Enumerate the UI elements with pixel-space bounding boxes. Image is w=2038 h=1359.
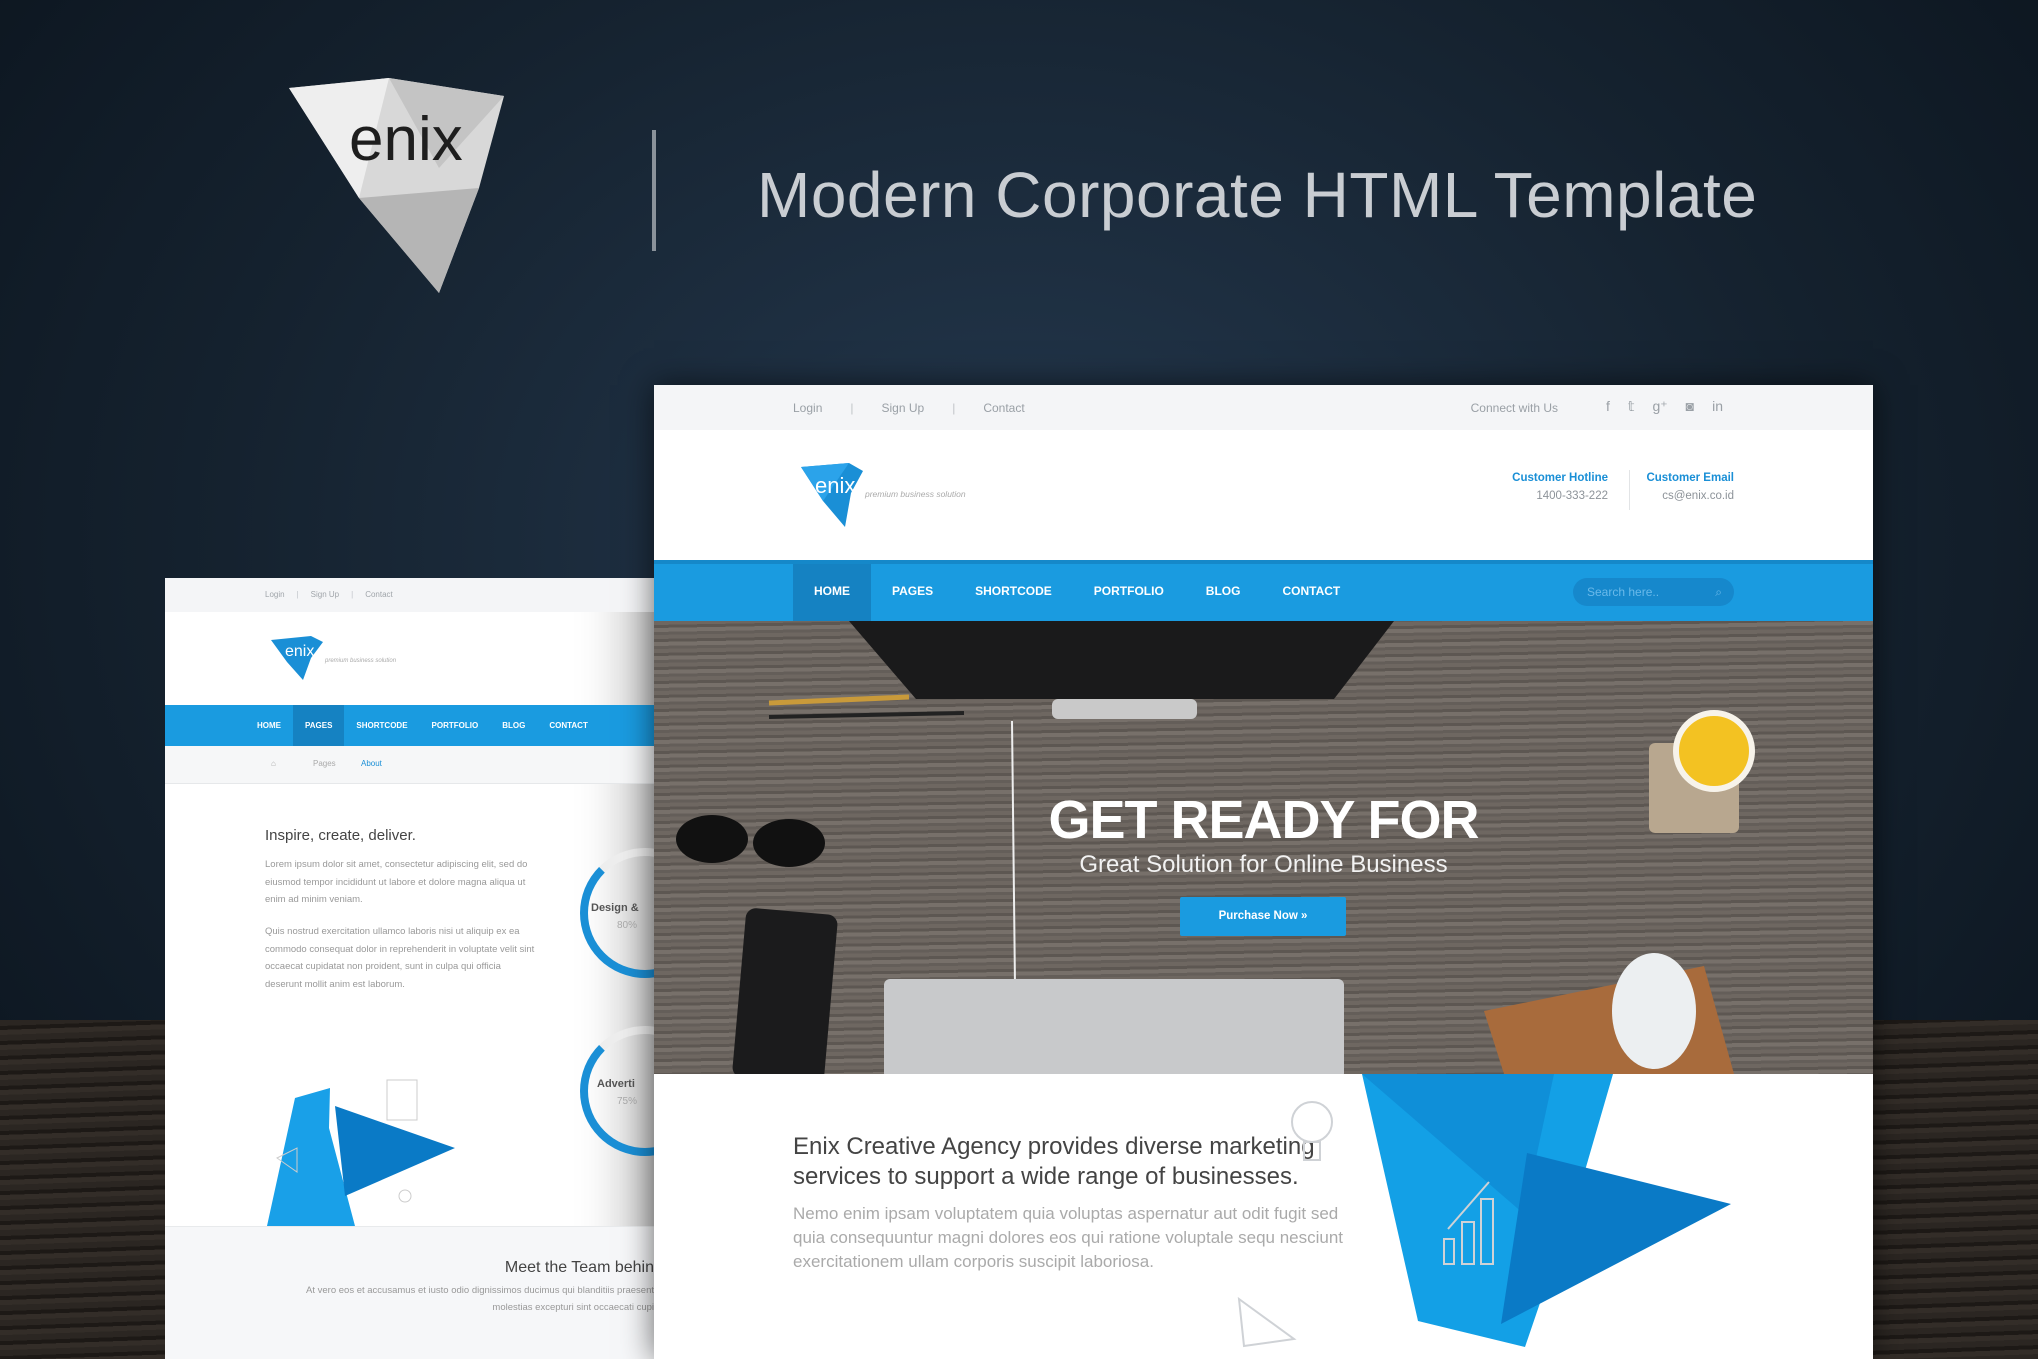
- hero-subtitle: Great Solution for Online Business: [1079, 851, 1448, 878]
- team-text: molestias excepturi sint occaecati cupi: [492, 1302, 654, 1313]
- hero: GET READY FOR Great Solution for Online …: [654, 621, 1873, 1074]
- search-icon[interactable]: ⌕: [1715, 578, 1722, 606]
- hotline-number[interactable]: 1400-333-222: [1536, 490, 1608, 502]
- nav-portfolio[interactable]: PORTFOLIO: [420, 705, 491, 746]
- skill-label: Adverti: [597, 1078, 635, 1090]
- signup-link[interactable]: Sign Up: [311, 590, 339, 599]
- lightbulb-icon: [1291, 1101, 1333, 1161]
- google-plus-icon[interactable]: g⁺: [1652, 398, 1667, 415]
- skill-label: Design &: [591, 902, 639, 914]
- nav-contact[interactable]: CONTACT: [537, 705, 600, 746]
- skill-value: 80%: [617, 920, 638, 931]
- svg-text:enix: enix: [349, 105, 463, 174]
- nav-home[interactable]: HOME: [245, 705, 293, 746]
- linkedin-icon[interactable]: in: [1712, 398, 1723, 415]
- side-nav: HOME PAGES SHORTCODE PORTFOLIO BLOG CONT…: [165, 705, 654, 746]
- svg-text:premium business solution: premium business solution: [864, 489, 966, 499]
- nav-blog[interactable]: BLOG: [490, 705, 537, 746]
- breadcrumb-pages[interactable]: Pages: [313, 759, 336, 768]
- login-link[interactable]: Login: [265, 590, 285, 599]
- nav-shortcode[interactable]: SHORTCODE: [954, 564, 1073, 621]
- team-text: At vero eos et accusamus et iusto odio d…: [306, 1285, 654, 1296]
- paragraph: Lorem ipsum dolor sit amet, consectetur …: [265, 859, 528, 905]
- pin-icon: [398, 1189, 412, 1203]
- search-placeholder: Search here..: [1587, 585, 1660, 599]
- contact-link[interactable]: Contact: [365, 590, 393, 599]
- header: enix premium business solution Customer …: [654, 430, 1873, 560]
- about-page-preview: Login | Sign Up | Contact enix premium bus…: [165, 578, 654, 1359]
- email: Customer Email cs@enix.co.id: [1646, 472, 1734, 502]
- breadcrumb: ⌂ Pages About: [165, 746, 654, 784]
- facebook-icon[interactable]: f: [1606, 398, 1610, 415]
- instagram-icon[interactable]: ◙: [1686, 398, 1694, 415]
- side-topbar: Login | Sign Up | Contact: [165, 578, 654, 612]
- home-page-preview: Login | Sign Up | Contact Connect with Us …: [654, 385, 1873, 1359]
- nav-pages[interactable]: PAGES: [871, 564, 954, 621]
- nav-blog[interactable]: BLOG: [1185, 564, 1262, 621]
- ruler-triangle-icon: [1237, 1296, 1297, 1348]
- email-label: Customer Email: [1646, 472, 1734, 484]
- login-link[interactable]: Login: [793, 401, 836, 415]
- nav-pages[interactable]: PAGES: [293, 705, 345, 746]
- enix-logo: enix: [289, 78, 504, 293]
- skill-value: 75%: [617, 1096, 638, 1107]
- topbar: Login | Sign Up | Contact Connect with Us …: [654, 385, 1873, 430]
- hotline-label: Customer Hotline: [1512, 472, 1608, 484]
- search-input[interactable]: Search here.. ⌕: [1573, 578, 1734, 606]
- triangle-graphic: [267, 1079, 455, 1226]
- twitter-icon[interactable]: 𝕥: [1628, 398, 1635, 415]
- svg-text:enix: enix: [285, 643, 314, 660]
- main-nav: HOME PAGES SHORTCODE PORTFOLIO BLOG CONT…: [654, 560, 1873, 621]
- site-logo[interactable]: enix premium business solution: [801, 463, 1021, 533]
- about-section: Enix Creative Agency provides diverse ma…: [654, 1074, 1873, 1359]
- side-tagline: premium business solution: [324, 658, 397, 664]
- email-address[interactable]: cs@enix.co.id: [1662, 490, 1734, 502]
- ruler-icon: [386, 1079, 418, 1121]
- divider: [652, 130, 656, 251]
- skill-ring: [580, 1026, 654, 1156]
- connect-label: Connect with Us: [1470, 401, 1558, 415]
- signup-link[interactable]: Sign Up: [868, 401, 939, 415]
- team-section: Meet the Team behin At vero eos et accus…: [165, 1226, 654, 1359]
- paragraph: Quis nostrud exercitation ullamco labori…: [265, 926, 535, 990]
- nav-shortcode[interactable]: SHORTCODE: [344, 705, 419, 746]
- hotline: Customer Hotline 1400-333-222: [1512, 472, 1608, 502]
- divider: [1629, 470, 1630, 510]
- home-icon[interactable]: ⌂: [271, 759, 276, 768]
- purchase-button[interactable]: Purchase Now »: [1180, 897, 1346, 936]
- side-logo[interactable]: enix premium business solution: [271, 636, 421, 686]
- triangle-graphic: [1237, 1074, 1731, 1348]
- section-heading: Inspire, create, deliver.: [265, 827, 416, 844]
- headline: Modern Corporate HTML Template: [757, 159, 1758, 231]
- hero-title: GET READY FOR: [1048, 790, 1479, 850]
- nav-home[interactable]: HOME: [793, 564, 871, 621]
- nav-portfolio[interactable]: PORTFOLIO: [1073, 564, 1185, 621]
- svg-text:enix: enix: [815, 473, 855, 498]
- nav-contact[interactable]: CONTACT: [1261, 564, 1361, 621]
- contact-link[interactable]: Contact: [969, 401, 1038, 415]
- team-heading: Meet the Team behin: [504, 1259, 654, 1276]
- breadcrumb-about: About: [361, 759, 382, 768]
